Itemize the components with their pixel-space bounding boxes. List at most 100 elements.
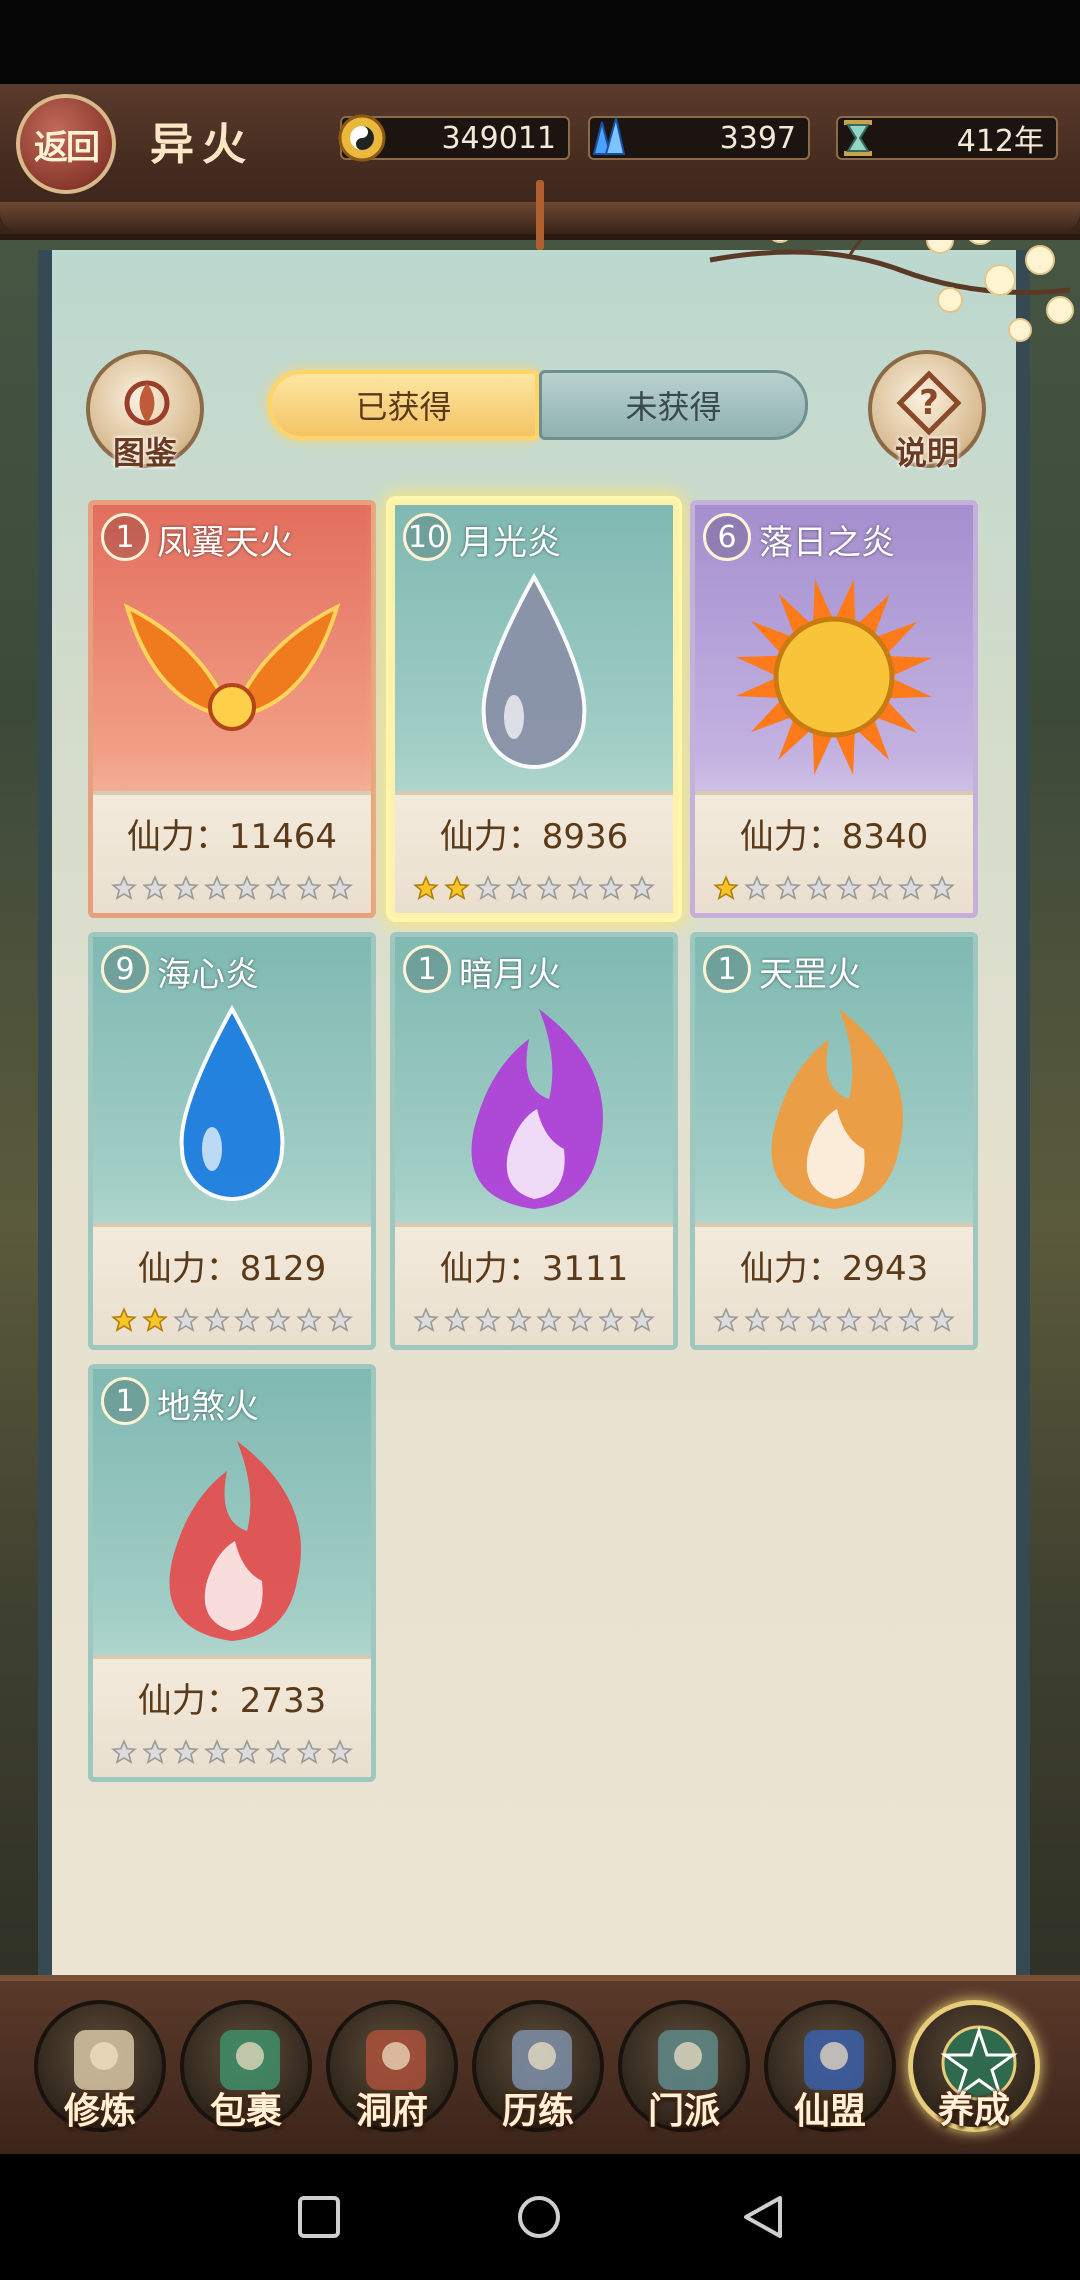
filled-star-icon xyxy=(413,875,439,901)
flame-info-panel: 仙力：3111 xyxy=(395,1223,673,1345)
power-value: 3111 xyxy=(541,1249,629,1289)
back-triangle-icon[interactable] xyxy=(740,2194,786,2240)
recent-apps-icon[interactable] xyxy=(296,2194,342,2240)
nav-item-0[interactable]: 修炼 xyxy=(34,2000,166,2132)
flame-card[interactable]: 9 海心炎 仙力：8129 xyxy=(88,932,376,1350)
empty-star-icon xyxy=(836,1307,863,1333)
empty-star-icon xyxy=(898,875,924,901)
flame-card[interactable]: 1 暗月火仙力：3111 xyxy=(390,932,678,1350)
flame-name: 暗月火 xyxy=(459,955,561,995)
filled-star-icon xyxy=(713,875,739,901)
flame-card[interactable]: 1 地煞火 仙力：2733 xyxy=(88,1364,376,1782)
empty-star-icon xyxy=(743,875,770,901)
flame-level-badge: 1 xyxy=(101,513,149,561)
blue-drop-flame-icon xyxy=(179,1004,285,1201)
empty-star-icon xyxy=(234,1307,261,1333)
help-label: 说明 xyxy=(894,434,959,472)
system-navigation-bar xyxy=(0,2154,1080,2280)
power-value: 11464 xyxy=(228,817,338,857)
star-rating xyxy=(111,1739,353,1767)
hourglass-icon xyxy=(844,120,872,156)
flame-card[interactable]: 6 落日之炎 仙力：8340 xyxy=(690,500,978,918)
flame-level-badge: 1 xyxy=(403,945,451,993)
yin-yang-coin-icon xyxy=(338,114,386,162)
empty-star-icon xyxy=(505,1307,532,1333)
crystal-counter: 3397 xyxy=(588,116,810,160)
svg-text:?: ? xyxy=(919,383,939,423)
empty-star-icon xyxy=(326,1307,353,1333)
nav-item-label: 历练 xyxy=(501,2090,574,2132)
nav-item-label: 洞府 xyxy=(355,2090,428,2132)
empty-star-icon xyxy=(928,875,955,901)
empty-star-icon xyxy=(898,1307,924,1333)
flame-card[interactable]: 1 天罡火 仙力：2943 xyxy=(690,932,978,1350)
blue-crystal-icon xyxy=(592,117,626,155)
tab-acquired[interactable]: 已获得 xyxy=(268,370,539,440)
flame-card[interactable]: 1 凤翼天火 仙力：11464 xyxy=(88,500,376,918)
flame-name: 凤翼天火 xyxy=(157,523,293,563)
silver-drop-flame-icon xyxy=(481,572,587,769)
flame-level-badge: 1 xyxy=(101,1377,149,1425)
nav-item-1[interactable]: 包裹 xyxy=(180,2000,312,2132)
empty-star-icon xyxy=(296,875,322,901)
empty-star-icon xyxy=(141,1739,168,1765)
nav-item-3[interactable]: 历练 xyxy=(472,2000,604,2132)
codex-button[interactable]: 图鉴 xyxy=(86,350,204,472)
empty-star-icon xyxy=(474,875,501,901)
back-button[interactable]: 返回 xyxy=(16,94,116,194)
purple-flame-icon xyxy=(471,1009,603,1209)
empty-star-icon xyxy=(172,1307,199,1333)
filled-star-icon xyxy=(141,1307,168,1333)
power-value: 2943 xyxy=(841,1249,929,1289)
empty-star-icon xyxy=(928,1307,955,1333)
flame-level-badge: 10 xyxy=(403,513,451,561)
star-rating xyxy=(413,1307,655,1335)
nav-item-5[interactable]: 仙盟 xyxy=(764,2000,896,2132)
empty-star-icon xyxy=(598,875,624,901)
empty-star-icon xyxy=(172,1739,199,1765)
empty-star-icon xyxy=(265,875,292,901)
empty-star-icon xyxy=(536,1307,563,1333)
star-rating xyxy=(713,875,955,903)
power-value: 8936 xyxy=(541,817,629,857)
nav-item-2[interactable]: 洞府 xyxy=(326,2000,458,2132)
empty-star-icon xyxy=(536,875,563,901)
bottom-nav: 修炼 包裹 洞府 历练 门派 仙盟 养成 xyxy=(0,1990,1080,2154)
years-counter: 412年 xyxy=(836,116,1058,160)
empty-star-icon xyxy=(836,875,863,901)
star-rating xyxy=(111,1307,353,1335)
home-icon[interactable] xyxy=(516,2194,562,2240)
codex-label: 图鉴 xyxy=(112,434,177,472)
power-prefix: 仙力： xyxy=(137,1681,240,1721)
power-prefix: 仙力： xyxy=(739,1249,842,1289)
status-bar xyxy=(0,0,1080,84)
flame-power: 仙力：8936 xyxy=(395,809,673,858)
flame-level-badge: 6 xyxy=(703,513,751,561)
empty-star-icon xyxy=(474,1307,501,1333)
power-value: 2733 xyxy=(239,1681,327,1721)
nav-item-6[interactable]: 养成 xyxy=(908,2000,1040,2132)
empty-star-icon xyxy=(774,1307,801,1333)
flame-card[interactable]: 10 月光炎 仙力：8936 xyxy=(390,500,678,918)
empty-star-icon xyxy=(203,1739,230,1765)
empty-star-icon xyxy=(265,1739,292,1765)
empty-star-icon xyxy=(172,875,199,901)
power-prefix: 仙力： xyxy=(739,817,842,857)
flame-power: 仙力：2733 xyxy=(93,1673,371,1722)
red-flame-icon xyxy=(169,1441,301,1641)
empty-star-icon xyxy=(443,1307,470,1333)
tab-not-acquired[interactable]: 未获得 xyxy=(539,370,808,440)
empty-star-icon xyxy=(628,1307,655,1333)
power-value: 8129 xyxy=(239,1249,327,1289)
empty-star-icon xyxy=(203,1307,230,1333)
flame-info-panel: 仙力：8936 xyxy=(395,791,673,913)
empty-star-icon xyxy=(805,1307,832,1333)
empty-star-icon xyxy=(867,875,894,901)
nav-item-label: 仙盟 xyxy=(793,2090,866,2132)
empty-star-icon xyxy=(234,875,261,901)
flame-name: 落日之炎 xyxy=(759,523,895,563)
flame-power: 仙力：3111 xyxy=(395,1241,673,1290)
flame-name: 天罡火 xyxy=(759,955,861,995)
help-button[interactable]: ? 说明 xyxy=(868,350,986,472)
nav-item-4[interactable]: 门派 xyxy=(618,2000,750,2132)
